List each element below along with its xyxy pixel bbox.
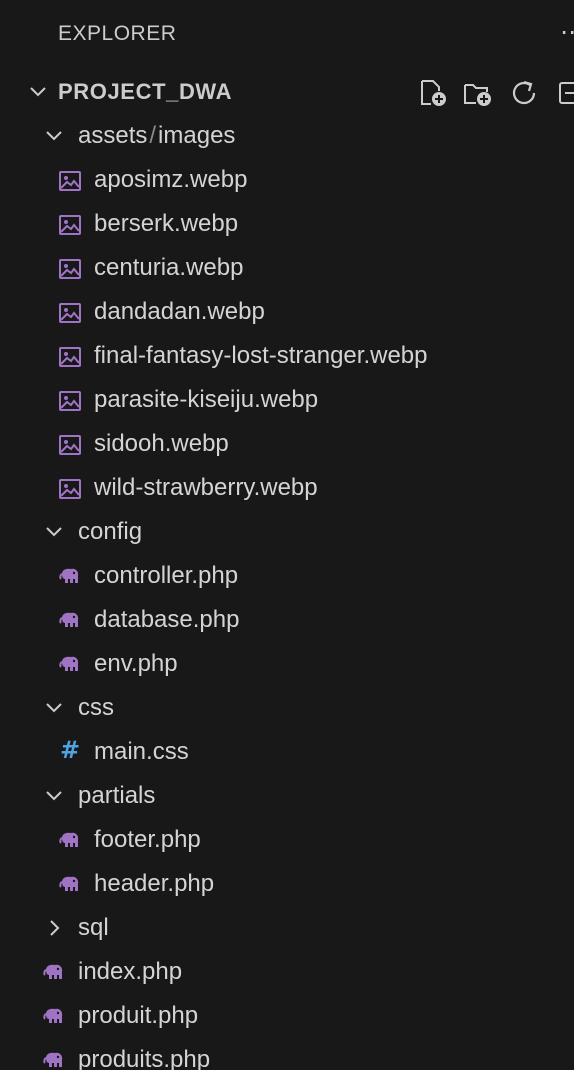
folder-assets-images[interactable]: assets/images — [0, 114, 574, 158]
folder-css[interactable]: css — [0, 686, 574, 730]
file-php-item[interactable]: header.php — [0, 862, 574, 906]
file-image-item[interactable]: wild-strawberry.webp — [0, 466, 574, 510]
explorer-panel: EXPLORER ⋯ PROJECT_DWA assets/images apo… — [0, 0, 574, 1070]
file-label: aposimz.webp — [94, 166, 248, 193]
more-actions-icon[interactable]: ⋯ — [560, 18, 574, 47]
chevron-down-icon — [46, 527, 62, 537]
file-main-css[interactable]: # main.css — [0, 730, 574, 774]
folder-label: config — [78, 518, 143, 545]
file-label: controller.php — [94, 562, 239, 589]
file-label: produit.php — [78, 1002, 199, 1029]
file-php-item[interactable]: controller.php — [0, 554, 574, 598]
file-label: sidooh.webp — [94, 430, 229, 457]
folder-label: sql — [78, 914, 109, 941]
new-file-icon[interactable] — [418, 78, 448, 108]
file-image-item[interactable]: berserk.webp — [0, 202, 574, 246]
chevron-down-icon — [46, 791, 62, 801]
file-label: env.php — [94, 650, 178, 677]
php-elephant-icon — [58, 873, 82, 897]
project-root[interactable]: PROJECT_DWA — [0, 70, 574, 114]
file-image-item[interactable]: centuria.webp — [0, 246, 574, 290]
file-label: header.php — [94, 870, 215, 897]
image-file-icon — [58, 477, 82, 501]
file-image-item[interactable]: parasite-kiseiju.webp — [0, 378, 574, 422]
chevron-right-icon — [50, 920, 60, 936]
folder-partials[interactable]: partials — [0, 774, 574, 818]
file-label: main.css — [94, 738, 189, 765]
file-label: footer.php — [94, 826, 201, 853]
file-label: produits.php — [78, 1046, 211, 1070]
file-label: final-fantasy-lost-stranger.webp — [94, 342, 428, 369]
css-file-icon: # — [60, 736, 81, 764]
php-elephant-icon — [58, 565, 82, 589]
folder-label: partials — [78, 782, 156, 809]
php-elephant-icon — [58, 609, 82, 633]
file-image-item[interactable]: sidooh.webp — [0, 422, 574, 466]
folder-label: assets/images — [78, 122, 236, 149]
image-file-icon — [58, 169, 82, 193]
file-label: wild-strawberry.webp — [94, 474, 318, 501]
file-php-item[interactable]: footer.php — [0, 818, 574, 862]
file-label: centuria.webp — [94, 254, 244, 281]
chevron-down-icon — [46, 131, 62, 141]
project-title: PROJECT_DWA — [58, 79, 233, 104]
file-image-item[interactable]: final-fantasy-lost-stranger.webp — [0, 334, 574, 378]
file-php-item[interactable]: database.php — [0, 598, 574, 642]
php-elephant-icon — [58, 653, 82, 677]
file-label: berserk.webp — [94, 210, 239, 237]
file-image-item[interactable]: aposimz.webp — [0, 158, 574, 202]
folder-sql[interactable]: sql — [0, 906, 574, 950]
file-label: parasite-kiseiju.webp — [94, 386, 319, 413]
image-file-icon — [58, 433, 82, 457]
php-elephant-icon — [42, 961, 66, 985]
file-image-item[interactable]: dandadan.webp — [0, 290, 574, 334]
file-label: index.php — [78, 958, 183, 985]
new-folder-icon[interactable] — [462, 78, 492, 108]
php-elephant-icon — [42, 1005, 66, 1029]
image-file-icon — [58, 213, 82, 237]
file-php-item[interactable]: env.php — [0, 642, 574, 686]
image-file-icon — [58, 389, 82, 413]
image-file-icon — [58, 345, 82, 369]
explorer-title: EXPLORER — [58, 22, 177, 45]
folder-label: css — [78, 694, 114, 721]
image-file-icon — [58, 301, 82, 325]
file-php-item[interactable]: produits.php — [0, 1038, 574, 1070]
chevron-down-icon — [30, 87, 46, 97]
collapse-all-icon[interactable] — [556, 78, 574, 108]
explorer-header: EXPLORER ⋯ — [0, 0, 574, 70]
file-php-item[interactable]: produit.php — [0, 994, 574, 1038]
file-php-item[interactable]: index.php — [0, 950, 574, 994]
php-elephant-icon — [58, 829, 82, 853]
php-elephant-icon — [42, 1049, 66, 1070]
chevron-down-icon — [46, 703, 62, 713]
folder-config[interactable]: config — [0, 510, 574, 554]
file-label: dandadan.webp — [94, 298, 265, 325]
refresh-icon[interactable] — [510, 78, 540, 108]
image-file-icon — [58, 257, 82, 281]
file-label: database.php — [94, 606, 240, 633]
